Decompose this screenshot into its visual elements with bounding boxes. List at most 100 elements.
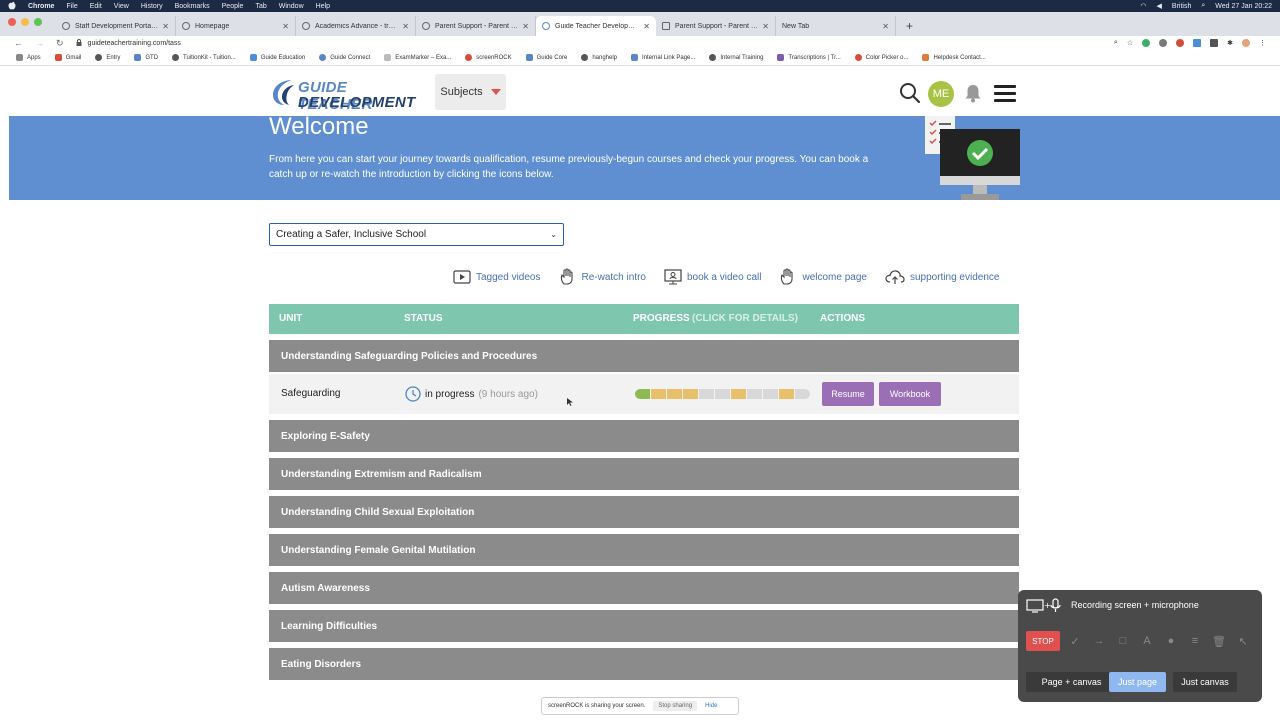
browser-tab-active[interactable]: Guide Teacher Development - ✕: [536, 16, 656, 36]
bookmark-item[interactable]: screenROCK: [465, 54, 512, 61]
palette-icon[interactable]: ●: [1164, 634, 1178, 648]
pointer-icon[interactable]: ↖: [1236, 634, 1250, 648]
extension-grammarly-icon[interactable]: [1142, 39, 1151, 47]
lock-icon[interactable]: [76, 38, 82, 48]
unit-row[interactable]: Understanding Child Sexual Exploitation: [269, 496, 1019, 528]
extension-record-icon[interactable]: [1176, 39, 1185, 47]
line-width-icon[interactable]: ≡: [1188, 634, 1202, 648]
close-tab-icon[interactable]: ✕: [402, 22, 409, 31]
site-logo[interactable]: GUIDE TEACHER DEVELOPMENT: [270, 73, 420, 113]
unit-row[interactable]: Autism Awareness: [269, 572, 1019, 604]
progress-segment-empty[interactable]: [715, 389, 730, 399]
extension-icon[interactable]: [1193, 39, 1202, 47]
rectangle-icon[interactable]: □: [1116, 634, 1130, 648]
unit-row[interactable]: Understanding Safeguarding Policies and …: [269, 340, 1019, 372]
bookmark-item[interactable]: Apps: [16, 54, 41, 61]
bookmark-item[interactable]: TuitionKit - Tuition...: [172, 54, 236, 61]
bookmark-item[interactable]: Guide Education: [249, 54, 305, 61]
close-tab-icon[interactable]: ✕: [282, 22, 289, 31]
extension-icon[interactable]: [1159, 39, 1168, 47]
stop-recording-button[interactable]: STOP: [1026, 631, 1060, 651]
arrow-icon[interactable]: →: [1092, 634, 1106, 648]
apple-icon[interactable]: [8, 1, 18, 12]
close-tab-icon[interactable]: ✕: [762, 22, 769, 31]
bookmark-item[interactable]: hanghelp: [581, 54, 617, 61]
browser-tab[interactable]: New Tab ✕: [776, 16, 896, 36]
resume-button[interactable]: Resume: [822, 382, 874, 406]
stop-sharing-button[interactable]: Stop sharing: [653, 701, 698, 711]
close-window-icon[interactable]: [8, 18, 16, 26]
unit-row[interactable]: Understanding Extremism and Radicalism: [269, 458, 1019, 490]
unit-row[interactable]: Learning Difficulties: [269, 610, 1019, 642]
url-text[interactable]: guideteachertraining.com/tass: [88, 40, 181, 47]
progress-segment-started[interactable]: [683, 389, 698, 399]
bookmark-item[interactable]: Gmail: [54, 54, 81, 61]
menu-help[interactable]: Help: [316, 3, 330, 10]
unit-row[interactable]: Eating Disorders: [269, 648, 1019, 680]
text-icon[interactable]: A: [1140, 634, 1154, 648]
back-arrow-icon[interactable]: ←: [14, 38, 23, 48]
mode-page-canvas-button[interactable]: Page + canvas: [1026, 672, 1117, 692]
menu-file[interactable]: File: [66, 3, 77, 10]
menu-edit[interactable]: Edit: [90, 3, 102, 10]
progress-segment-empty[interactable]: [747, 389, 762, 399]
menu-history[interactable]: History: [141, 3, 163, 10]
search-icon[interactable]: [899, 82, 921, 104]
browser-tab[interactable]: Staff Development Portal - Sta✕: [56, 16, 176, 36]
input-source[interactable]: British: [1172, 3, 1191, 10]
wifi-icon[interactable]: ◠: [1140, 2, 1146, 10]
bookmark-item[interactable]: Internal Training: [709, 54, 763, 61]
progress-segment-started[interactable]: [779, 389, 794, 399]
close-tab-icon[interactable]: ✕: [882, 22, 889, 31]
user-avatar[interactable]: ME: [928, 81, 954, 107]
trash-icon[interactable]: 🗑: [1212, 634, 1226, 648]
zoom-window-icon[interactable]: [34, 18, 42, 26]
supporting-evidence-link[interactable]: supporting evidence: [885, 269, 999, 285]
close-tab-icon[interactable]: ✕: [162, 22, 169, 31]
zoom-icon[interactable]: ⌕: [1114, 39, 1118, 47]
reload-icon[interactable]: ↻: [56, 38, 64, 49]
menu-app-name[interactable]: Chrome: [28, 3, 54, 10]
volume-icon[interactable]: ◀: [1157, 2, 1162, 10]
puzzle-icon[interactable]: ✱: [1227, 39, 1233, 47]
browser-tab[interactable]: Academics Advance - training ✕: [296, 16, 416, 36]
bookmark-item[interactable]: Guide Connect: [319, 54, 370, 61]
progress-segment-started[interactable]: [731, 389, 746, 399]
bookmark-item[interactable]: ExamMarker – Exa...: [384, 54, 451, 61]
url-field[interactable]: guideteachertraining.com/tass: [76, 38, 181, 48]
course-select[interactable]: Creating a Safer, Inclusive School ⌄: [269, 223, 564, 246]
mode-just-page-button[interactable]: Just page: [1109, 672, 1166, 692]
extension-icon[interactable]: [1210, 39, 1219, 47]
browser-tab[interactable]: Parent Support - Parent Suppo✕: [416, 16, 536, 36]
bookmark-item[interactable]: Color Picker o...: [854, 54, 908, 61]
search-icon[interactable]: ⌕: [1201, 2, 1205, 10]
close-tab-icon[interactable]: ✕: [643, 22, 650, 31]
progress-segment-empty[interactable]: [699, 389, 714, 399]
hamburger-menu-icon[interactable]: [994, 85, 1016, 103]
unit-row[interactable]: Exploring E-Safety: [269, 420, 1019, 452]
hide-share-bar-button[interactable]: Hide: [705, 703, 717, 709]
forward-arrow-icon[interactable]: →: [35, 38, 44, 48]
progress-segment-complete[interactable]: [635, 389, 650, 399]
mode-just-canvas-button[interactable]: Just canvas: [1173, 672, 1237, 692]
progress-segment-empty[interactable]: [795, 389, 810, 399]
bookmark-item[interactable]: GTD: [134, 54, 158, 61]
tagged-videos-link[interactable]: Tagged videos: [453, 270, 541, 284]
bookmark-item[interactable]: Transcriptions | Tr...: [777, 54, 841, 61]
menu-tab[interactable]: Tab: [255, 3, 266, 10]
minimize-window-icon[interactable]: [21, 18, 29, 26]
progress-segment-started[interactable]: [667, 389, 682, 399]
star-icon[interactable]: ☆: [1127, 39, 1133, 47]
progress-segment-started[interactable]: [651, 389, 666, 399]
subjects-dropdown-button[interactable]: Subjects: [435, 74, 506, 110]
welcome-page-link[interactable]: welcome page: [779, 268, 867, 286]
menu-window[interactable]: Window: [279, 3, 304, 10]
unit-row[interactable]: Understanding Female Genital Mutilation: [269, 534, 1019, 566]
progress-segment-empty[interactable]: [763, 389, 778, 399]
more-menu-icon[interactable]: ⋮: [1259, 39, 1266, 47]
notification-bell-icon[interactable]: [964, 83, 982, 103]
menu-view[interactable]: View: [114, 3, 129, 10]
browser-tab[interactable]: Parent Support - Parent Suppo✕: [656, 16, 776, 36]
menu-people[interactable]: People: [222, 3, 244, 10]
bookmark-item[interactable]: Guide Core: [525, 54, 567, 61]
